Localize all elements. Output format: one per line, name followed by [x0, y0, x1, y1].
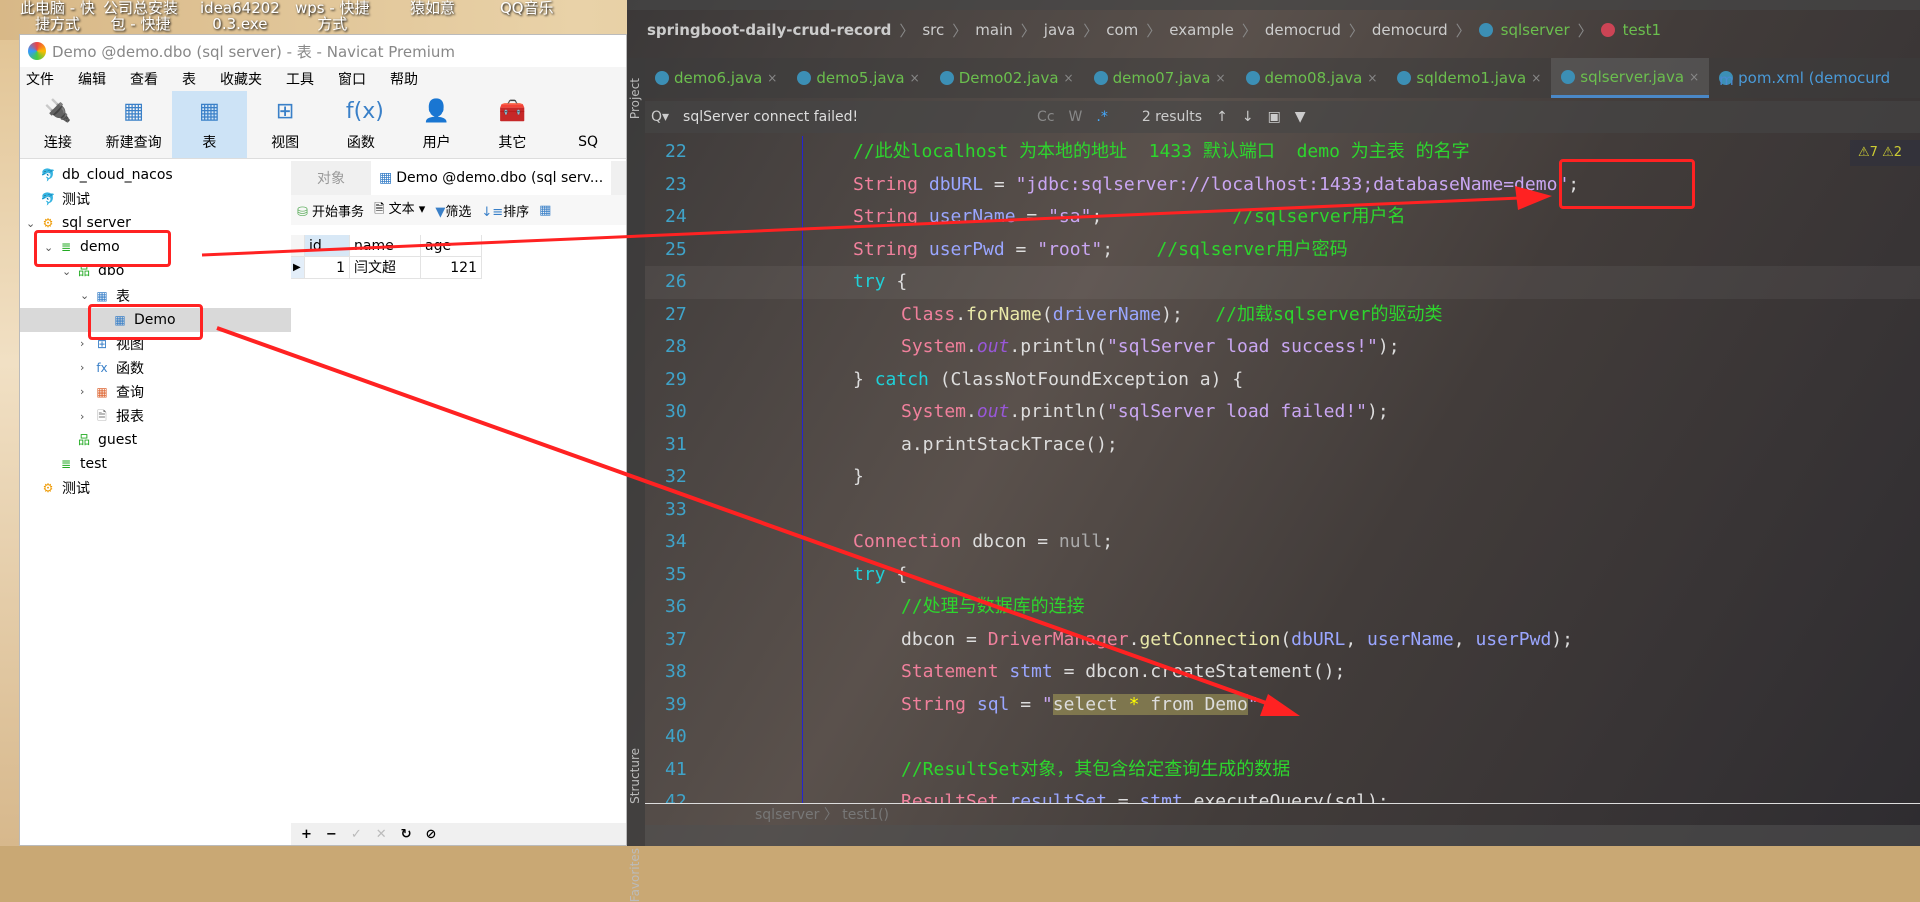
arrow-line-2 [216, 326, 1281, 710]
annotation-arrows [201, 186, 1552, 716]
arrowhead-1 [1515, 186, 1552, 210]
favorites-tool-tab[interactable]: Favorites [628, 848, 642, 902]
arrow-line-1 [201, 196, 1521, 257]
arrowhead-2 [1260, 694, 1300, 716]
